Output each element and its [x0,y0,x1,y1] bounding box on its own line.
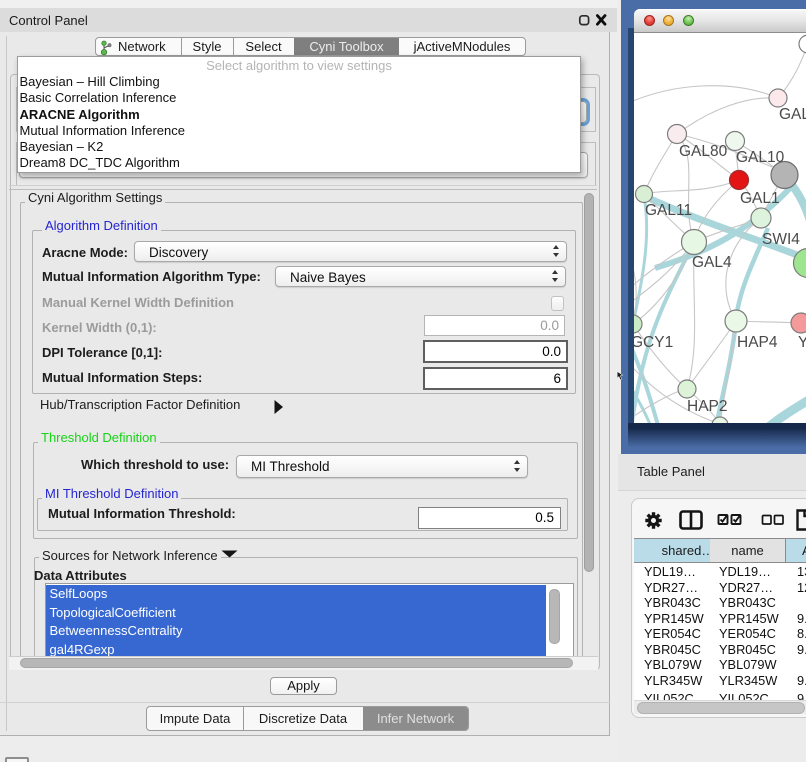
svg-text:SWI4: SWI4 [762,231,800,248]
svg-text:GAL: GAL [779,106,806,123]
svg-text:HAP2: HAP2 [687,398,728,415]
svg-text:GAL4: GAL4 [692,254,732,271]
svg-text:GCY1: GCY1 [634,334,673,351]
svg-text:GAL80: GAL80 [679,143,728,160]
svg-text:HAP4: HAP4 [737,334,778,351]
svg-text:GAL11: GAL11 [645,202,692,219]
svg-text:Y: Y [798,334,806,351]
svg-text:GAL1: GAL1 [740,190,780,207]
svg-text:GAL10: GAL10 [736,149,785,166]
